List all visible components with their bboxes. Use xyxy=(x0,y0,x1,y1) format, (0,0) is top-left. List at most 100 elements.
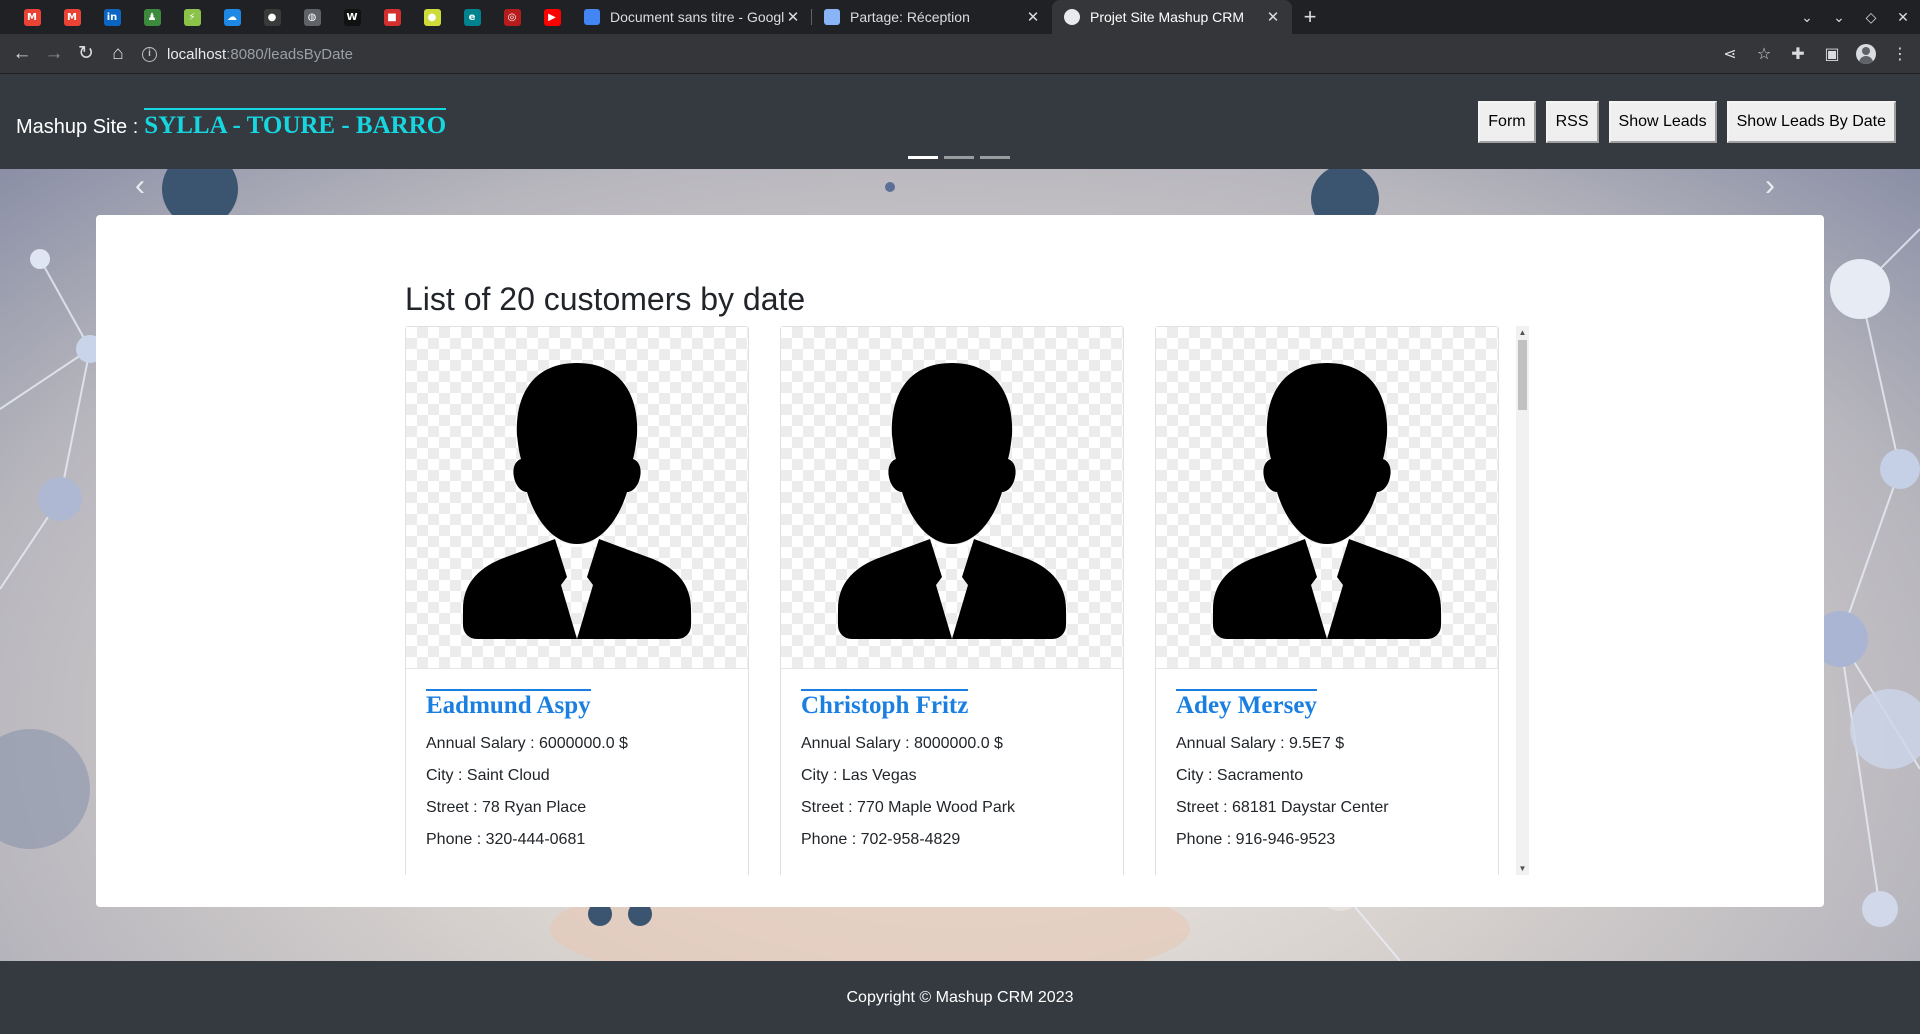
extensions-puzzle-icon[interactable]: ✚ xyxy=(1788,44,1808,64)
back-arrow-icon[interactable]: ← xyxy=(6,43,38,65)
site-info-icon[interactable]: i xyxy=(142,46,157,62)
gmail-icon: M xyxy=(23,8,41,26)
carousel-indicators xyxy=(908,156,1010,159)
app-icon: ♟ xyxy=(143,8,161,26)
bookmark-star-icon[interactable]: ☆ xyxy=(1754,44,1774,64)
browser-tab-active[interactable]: Projet Site Mashup CRM ✕ xyxy=(1052,0,1292,34)
cards-scrollbar[interactable]: ▲ ▼ xyxy=(1516,326,1529,875)
pinned-tab[interactable]: ▶ xyxy=(532,0,572,34)
site-nav: Form RSS Show Leads Show Leads By Date xyxy=(1478,101,1896,143)
brand-names: SYLLA - TOURE - BARRO xyxy=(144,108,447,140)
pinned-tab[interactable]: ♟ xyxy=(132,0,172,34)
pinned-tab[interactable]: e xyxy=(452,0,492,34)
home-icon[interactable]: ⌂ xyxy=(102,43,134,65)
pinned-tab[interactable]: ◎ xyxy=(492,0,532,34)
tab-title: Partage: Réception xyxy=(850,9,970,25)
pinned-tab[interactable]: ◍ xyxy=(292,0,332,34)
customer-card: Eadmund Aspy Annual Salary : 6000000.0 $… xyxy=(405,326,749,875)
customer-avatar xyxy=(1156,327,1498,669)
customer-name[interactable]: Eadmund Aspy xyxy=(426,689,591,720)
forward-arrow-icon[interactable]: → xyxy=(38,43,70,65)
pinned-tabs: M Min ♟ ⚡ ☁ ● ◍ W ■ ● e ◎ ▶ xyxy=(0,0,572,34)
close-tab-icon[interactable]: ✕ xyxy=(784,8,802,26)
customer-card: Adey Mersey Annual Salary : 9.5E7 $ City… xyxy=(1155,326,1499,875)
person-silhouette-icon xyxy=(1213,363,1441,639)
pinned-tab[interactable]: W xyxy=(332,0,372,34)
customer-street: Street : 68181 Daystar Center xyxy=(1176,799,1389,816)
customer-name[interactable]: Adey Mersey xyxy=(1176,689,1317,720)
customer-salary: Annual Salary : 9.5E7 $ xyxy=(1176,735,1345,752)
maximize-icon[interactable]: ◇ xyxy=(1862,9,1880,26)
tab-title: Projet Site Mashup CRM xyxy=(1090,9,1245,25)
customer-card: Christoph Fritz Annual Salary : 8000000.… xyxy=(780,326,1124,875)
page-icon xyxy=(824,9,840,25)
github-icon: ● xyxy=(263,8,281,26)
app-icon: W xyxy=(343,8,361,26)
show-leads-by-date-button[interactable]: Show Leads By Date xyxy=(1726,101,1896,143)
tab-search-chevron-icon[interactable]: ⌄ xyxy=(1798,9,1816,26)
reload-icon[interactable]: ↻ xyxy=(70,42,102,65)
app-icon: ● xyxy=(423,8,441,26)
globe-icon: ◍ xyxy=(303,8,321,26)
customer-city: City : Las Vegas xyxy=(801,767,917,784)
browser-tab-partage[interactable]: Partage: Réception ✕ xyxy=(812,0,1052,34)
browser-tab-strip: M Min ♟ ⚡ ☁ ● ◍ W ■ ● e ◎ ▶ Document sans titre - Go… xyxy=(0,0,1920,34)
pinned-tab[interactable]: M xyxy=(12,0,52,34)
customer-cards-list[interactable]: Eadmund Aspy Annual Salary : 6000000.0 $… xyxy=(405,326,1530,875)
google-docs-icon xyxy=(584,9,600,25)
pinned-tab[interactable]: ● xyxy=(412,0,452,34)
pinned-tab[interactable]: M xyxy=(52,0,92,34)
carousel-next-icon[interactable]: › xyxy=(1765,169,1775,203)
gmail-icon: M xyxy=(63,8,81,26)
site-brand: Mashup Site : SYLLA - TOURE - BARRO xyxy=(16,108,447,140)
browser-menu-icon[interactable]: ⋮ xyxy=(1890,44,1910,64)
browser-toolbar: ← → ↻ ⌂ i localhost:8080/leadsByDate ⋖ ☆… xyxy=(0,34,1920,74)
url-host: localhost xyxy=(167,45,227,63)
carousel-indicator[interactable] xyxy=(944,156,974,159)
rss-button[interactable]: RSS xyxy=(1545,101,1599,143)
site-header: Mashup Site : SYLLA - TOURE - BARRO Form… xyxy=(0,74,1920,169)
app-icon: e xyxy=(463,8,481,26)
app-icon: ■ xyxy=(383,8,401,26)
pinned-tab[interactable]: ■ xyxy=(372,0,412,34)
pinned-tab[interactable]: ● xyxy=(252,0,292,34)
close-window-icon[interactable]: ✕ xyxy=(1894,9,1912,26)
share-icon[interactable]: ⋖ xyxy=(1720,44,1740,64)
app-icon: ◎ xyxy=(503,8,521,26)
scrollbar-thumb[interactable] xyxy=(1518,340,1527,410)
customer-city: City : Sacramento xyxy=(1176,767,1304,784)
close-tab-icon[interactable]: ✕ xyxy=(1264,8,1282,26)
carousel-prev-icon[interactable]: ‹ xyxy=(135,169,145,203)
person-silhouette-icon xyxy=(838,363,1066,639)
scroll-down-arrow-icon[interactable]: ▼ xyxy=(1516,864,1529,873)
side-panel-icon[interactable]: ▣ xyxy=(1822,44,1842,64)
new-tab-plus-icon[interactable]: + xyxy=(1292,4,1328,30)
show-leads-button[interactable]: Show Leads xyxy=(1608,101,1717,143)
cloud-icon: ☁ xyxy=(223,8,241,26)
browser-tab-docs[interactable]: Document sans titre - Google ✕ xyxy=(572,0,812,34)
carousel-indicator[interactable] xyxy=(908,156,938,159)
close-tab-icon[interactable]: ✕ xyxy=(1024,8,1042,26)
tab-title: Document sans titre - Google xyxy=(610,9,784,25)
carousel-indicator[interactable] xyxy=(980,156,1010,159)
pinned-tab[interactable]: in xyxy=(92,0,132,34)
customer-street: Street : 770 Maple Wood Park xyxy=(801,799,1016,816)
customer-name[interactable]: Christoph Fritz xyxy=(801,689,969,720)
youtube-icon: ▶ xyxy=(543,8,561,26)
profile-avatar-icon[interactable] xyxy=(1856,44,1876,64)
globe-icon xyxy=(1064,9,1080,25)
linkedin-icon: in xyxy=(103,8,121,26)
form-button[interactable]: Form xyxy=(1478,101,1536,143)
url-path: :8080/leadsByDate xyxy=(226,45,353,63)
customer-phone: Phone : 320-444-0681 xyxy=(426,831,586,848)
person-silhouette-icon xyxy=(463,363,691,639)
pinned-tab[interactable]: ⚡ xyxy=(172,0,212,34)
customer-phone: Phone : 702-958-4829 xyxy=(801,831,961,848)
site-footer: Copyright © Mashup CRM 2023 xyxy=(0,961,1920,1034)
minimize-icon[interactable]: ⌄ xyxy=(1830,9,1848,26)
customer-street: Street : 78 Ryan Place xyxy=(426,799,587,816)
pinned-tab[interactable]: ☁ xyxy=(212,0,252,34)
scroll-up-arrow-icon[interactable]: ▲ xyxy=(1516,328,1529,337)
brand-label: Mashup Site : xyxy=(16,116,139,138)
address-bar[interactable]: i localhost:8080/leadsByDate xyxy=(142,40,353,68)
